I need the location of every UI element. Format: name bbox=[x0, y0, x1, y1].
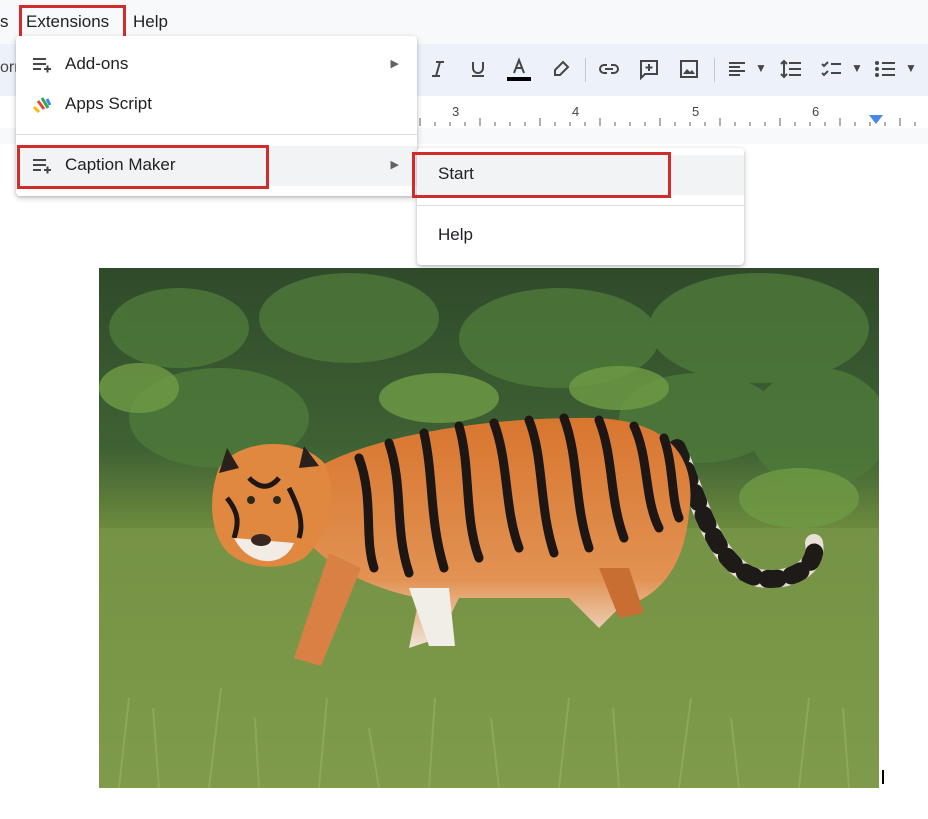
line-spacing-icon[interactable] bbox=[776, 54, 806, 84]
extensions-dropdown: Add-ons ▶ Apps Script Caption Maker ▶ bbox=[16, 36, 417, 196]
caption-maker-icon bbox=[33, 159, 51, 174]
menu-item-label: Add-ons bbox=[65, 54, 129, 73]
submenu-arrow-icon: ▶ bbox=[390, 58, 399, 70]
text-color-icon[interactable] bbox=[504, 54, 534, 84]
align-icon[interactable] bbox=[722, 54, 752, 84]
submenu-item-label: Start bbox=[438, 164, 474, 183]
menu-item-apps-script[interactable]: Apps Script bbox=[16, 85, 417, 125]
ruler-number: 5 bbox=[692, 104, 700, 119]
ruler-number: 3 bbox=[452, 104, 460, 119]
menu-help[interactable]: Help bbox=[133, 8, 168, 36]
menu-extensions[interactable]: Extensions bbox=[26, 8, 109, 36]
add-ons-icon bbox=[33, 58, 51, 73]
text-cursor bbox=[882, 770, 884, 784]
submenu-arrow-icon: ▶ bbox=[390, 159, 399, 171]
chevron-down-icon[interactable]: ▼ bbox=[851, 61, 863, 75]
menu-partial[interactable]: s bbox=[0, 8, 9, 36]
menu-item-add-ons[interactable]: Add-ons ▶ bbox=[16, 45, 417, 85]
chevron-down-icon[interactable]: ▼ bbox=[755, 61, 767, 75]
submenu-item-start[interactable]: Start bbox=[417, 155, 744, 195]
apps-script-icon bbox=[32, 97, 52, 114]
image-icon[interactable] bbox=[674, 54, 704, 84]
comment-icon[interactable] bbox=[634, 54, 664, 84]
toolbar-separator bbox=[714, 58, 715, 82]
ruler-number: 6 bbox=[812, 104, 820, 119]
menu-divider bbox=[417, 205, 744, 206]
menu-item-label: Caption Maker bbox=[65, 155, 176, 174]
menu-divider bbox=[16, 134, 417, 135]
checklist-icon[interactable] bbox=[816, 54, 846, 84]
bullet-list-icon[interactable] bbox=[870, 54, 900, 84]
menu-item-label: Apps Script bbox=[65, 94, 152, 113]
submenu-item-help[interactable]: Help bbox=[417, 216, 744, 256]
caption-maker-submenu: Start Help bbox=[417, 148, 744, 265]
docs-window: orm ▼ ▼ ▼ 3 4 5 6 s Extensions Help Add-… bbox=[0, 0, 928, 819]
underline-icon[interactable] bbox=[463, 54, 493, 84]
highlight-icon[interactable] bbox=[546, 54, 576, 84]
chevron-down-icon[interactable]: ▼ bbox=[905, 61, 917, 75]
right-indent-marker[interactable] bbox=[869, 115, 883, 124]
submenu-item-label: Help bbox=[438, 225, 473, 244]
link-icon[interactable] bbox=[594, 54, 624, 84]
menu-item-caption-maker[interactable]: Caption Maker ▶ bbox=[16, 146, 417, 186]
ruler-number: 4 bbox=[572, 104, 580, 119]
tiger-photo[interactable] bbox=[99, 268, 879, 788]
toolbar-separator bbox=[585, 58, 586, 82]
italic-icon[interactable] bbox=[423, 54, 453, 84]
